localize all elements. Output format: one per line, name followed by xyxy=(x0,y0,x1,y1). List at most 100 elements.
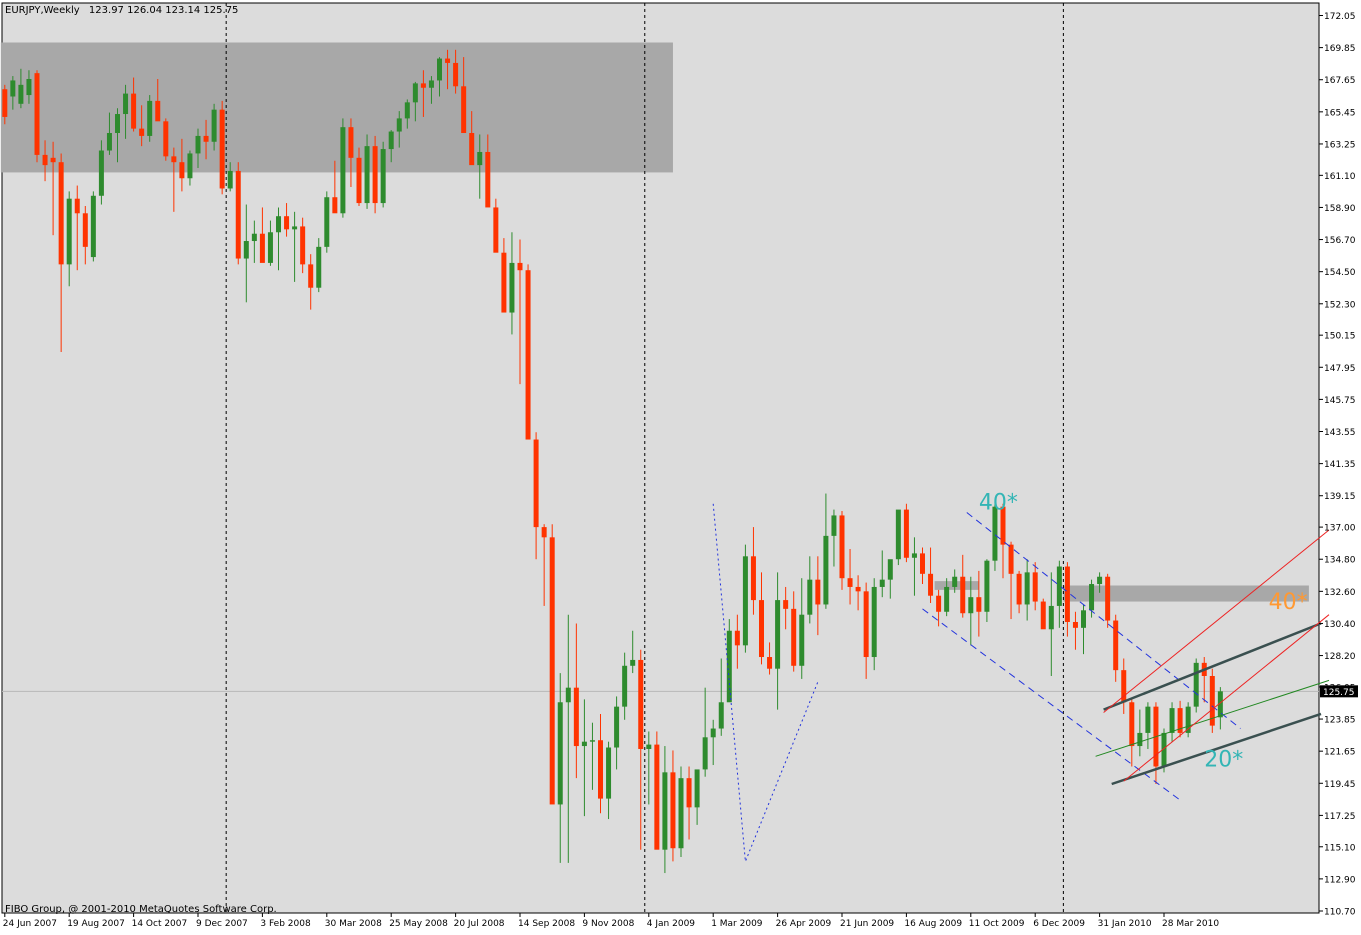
y-tick-label: 134.80 xyxy=(1324,556,1356,566)
x-tick-label: 19 Aug 2007 xyxy=(67,919,125,929)
candle-body xyxy=(654,744,660,850)
candle-body xyxy=(823,535,829,605)
x-tick-label: 24 Jun 2007 xyxy=(3,919,57,929)
candle-body xyxy=(589,740,595,742)
candle-body xyxy=(267,232,273,263)
candle-body xyxy=(678,778,684,849)
x-tick-label: 28 Mar 2010 xyxy=(1162,919,1219,929)
candle-body xyxy=(960,576,966,614)
candle-body xyxy=(292,226,298,230)
candle-body xyxy=(807,579,813,615)
candle-body xyxy=(517,262,523,271)
candle-body xyxy=(251,233,257,242)
candle-body xyxy=(1113,620,1119,671)
x-tick-label: 3 Feb 2008 xyxy=(260,919,311,929)
candle-body xyxy=(791,608,797,666)
candle-body xyxy=(1056,566,1062,606)
y-tick-label: 163.25 xyxy=(1324,140,1356,150)
candle-body xyxy=(139,128,145,136)
candle-body xyxy=(187,153,193,179)
candle-body xyxy=(783,600,789,609)
candle-body xyxy=(388,131,394,150)
candle-body xyxy=(662,772,668,850)
candle-body xyxy=(895,509,901,560)
y-tick-label: 112.90 xyxy=(1324,875,1356,885)
candle-body xyxy=(300,226,306,265)
x-tick-label: 20 Jul 2008 xyxy=(454,919,505,929)
candle-body xyxy=(541,527,547,538)
candle-body xyxy=(42,154,48,166)
candle-body xyxy=(171,156,177,163)
candle-body xyxy=(147,100,153,136)
y-tick-label: 169.85 xyxy=(1324,44,1356,54)
current-price-label: 125.75 xyxy=(1323,688,1355,698)
candle-body xyxy=(871,586,877,658)
y-tick-label: 158.90 xyxy=(1324,204,1356,214)
candle-body xyxy=(131,93,137,129)
candle-body xyxy=(710,728,716,738)
x-tick-label: 9 Dec 2007 xyxy=(196,919,248,929)
y-tick-label: 139.15 xyxy=(1324,492,1356,502)
y-tick-label: 141.35 xyxy=(1324,460,1356,470)
y-tick-label: 145.75 xyxy=(1324,396,1356,406)
candle-body xyxy=(670,772,676,849)
candle-body xyxy=(227,170,233,189)
candle-body xyxy=(944,586,950,612)
candle-body xyxy=(18,84,24,104)
candle-body xyxy=(879,579,885,587)
candle-body xyxy=(1129,702,1135,747)
candle-body xyxy=(437,58,442,81)
candle-body xyxy=(26,78,32,96)
candle-body xyxy=(767,657,773,669)
candle-body xyxy=(332,197,338,214)
candle-body xyxy=(606,747,612,799)
candle-body xyxy=(50,157,56,163)
candle-body xyxy=(2,89,8,117)
y-tick-label: 143.55 xyxy=(1324,428,1356,438)
y-tick-label: 154.50 xyxy=(1324,268,1356,278)
x-tick-label: 31 Jan 2010 xyxy=(1098,919,1152,929)
candle-body xyxy=(106,133,112,151)
candle-body xyxy=(1064,566,1070,622)
y-tick-label: 167.65 xyxy=(1324,76,1356,86)
candle-body xyxy=(525,270,531,440)
candle-body xyxy=(968,597,974,614)
candle-body xyxy=(630,659,636,666)
y-tick-label: 130.40 xyxy=(1324,620,1356,630)
y-tick-label: 123.85 xyxy=(1324,716,1356,726)
candle-body xyxy=(1008,544,1014,574)
candle-body xyxy=(445,58,451,63)
candle-body xyxy=(219,109,225,189)
candle-body xyxy=(58,162,64,265)
candle-body xyxy=(718,702,724,729)
candle-body xyxy=(799,614,805,666)
y-tick-label: 121.65 xyxy=(1324,748,1356,758)
candle-body xyxy=(1016,573,1022,605)
candle-body xyxy=(34,73,40,155)
candle-body xyxy=(863,591,869,658)
y-tick-label: 119.45 xyxy=(1324,780,1356,790)
candle-body xyxy=(324,197,330,247)
x-tick-label: 1 Mar 2009 xyxy=(711,919,763,929)
candle-body xyxy=(195,135,201,154)
candle-body xyxy=(501,252,507,313)
candle-body xyxy=(573,687,579,747)
y-tick-label: 165.45 xyxy=(1324,108,1356,118)
candle-body xyxy=(533,439,539,528)
candle-body xyxy=(726,630,732,703)
candle-body xyxy=(549,537,555,805)
candle-body xyxy=(976,597,982,612)
x-tick-label: 16 Aug 2009 xyxy=(904,919,962,929)
candle-body xyxy=(936,595,942,612)
candle-body xyxy=(243,241,249,259)
candle-body xyxy=(203,135,209,142)
candle-body xyxy=(847,578,853,587)
candle-body xyxy=(1089,584,1095,611)
candle-body xyxy=(1169,708,1175,733)
candle-body xyxy=(911,553,917,558)
copyright-footer: FIBO Group, @ 2001-2010 MetaQuotes Softw… xyxy=(5,904,277,915)
candle-body xyxy=(428,80,434,88)
price-chart[interactable]: 40* 40* 20* 172.05 169.85 167.65 165.45 163.25 1… xyxy=(0,0,1361,935)
x-tick-label: 9 Nov 2008 xyxy=(582,919,634,929)
candle-body xyxy=(469,133,475,166)
